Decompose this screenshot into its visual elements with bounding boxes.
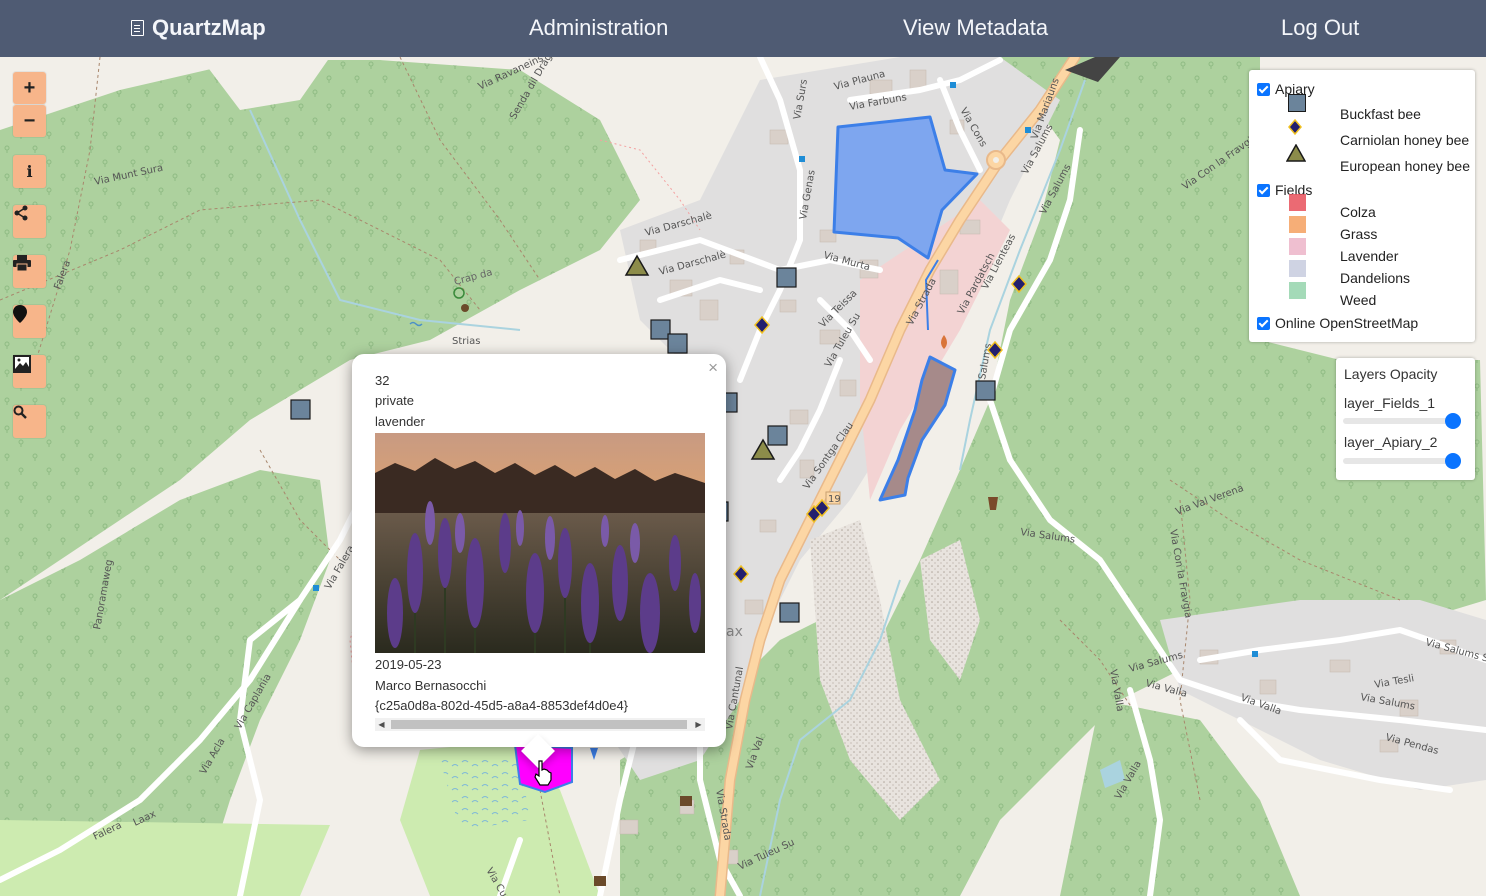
slider-knob[interactable]: [1445, 453, 1461, 469]
feature-popup: × 32 private lavender 2019-05-23 Marco B…: [352, 354, 726, 768]
buckfast-bee-marker[interactable]: [779, 602, 800, 623]
search-button[interactable]: [13, 405, 46, 438]
map-canvas[interactable]: Via Munt Sura Crap da Strias Via Ravanei…: [0, 57, 1486, 896]
legend-label-lavender: Lavender: [1340, 248, 1399, 264]
top-navbar: QuartzMap Administration View Metadata L…: [0, 0, 1486, 57]
buckfast-bee-marker[interactable]: [290, 399, 311, 420]
info-button[interactable]: i: [13, 155, 46, 188]
popup-crop: lavender: [375, 414, 425, 429]
carniolan-bee-marker[interactable]: [733, 564, 749, 584]
buckfast-bee-marker[interactable]: [776, 267, 797, 288]
popup-access: private: [375, 393, 415, 408]
locate-button[interactable]: [13, 305, 46, 338]
slider-knob[interactable]: [1445, 413, 1461, 429]
carniolan-diamond-icon: [1288, 118, 1302, 136]
legend-label-grass: Grass: [1340, 226, 1378, 242]
lavender-swatch: [1288, 237, 1306, 255]
opacity-label-apiary: layer_Apiary_2: [1344, 434, 1438, 450]
checkbox-apiary[interactable]: [1257, 82, 1270, 96]
opacity-label-fields: layer_Fields_1: [1344, 395, 1436, 411]
buckfast-bee-marker[interactable]: [667, 333, 688, 354]
legend-label-dandelions: Dandelions: [1340, 270, 1411, 286]
hand-cursor-icon: [534, 760, 552, 786]
layer-toggle-osm[interactable]: Online OpenStreetMap: [1257, 315, 1418, 331]
nav-log-out[interactable]: Log Out: [1281, 0, 1359, 57]
legend-label-weed: Weed: [1340, 292, 1377, 308]
lavender-photo: [375, 433, 705, 653]
nav-view-metadata[interactable]: View Metadata: [903, 0, 1048, 57]
scroll-right-arrow-icon[interactable]: ▶: [692, 718, 705, 731]
brand-label: QuartzMap: [152, 15, 266, 40]
legend-label-buckfast: Buckfast bee: [1340, 106, 1421, 122]
print-icon: [13, 255, 31, 271]
opacity-slider-fields[interactable]: [1343, 413, 1461, 429]
carniolan-bee-marker[interactable]: [1011, 274, 1027, 294]
popup-date: 2019-05-23: [375, 657, 442, 672]
scroll-left-arrow-icon[interactable]: ◀: [375, 718, 388, 731]
share-button[interactable]: [13, 205, 46, 238]
image-icon: [13, 355, 31, 373]
buckfast-bee-marker[interactable]: [975, 380, 996, 401]
brand-link[interactable]: QuartzMap: [131, 0, 266, 57]
buckfast-square-icon: [1288, 94, 1306, 112]
popup-author: Marco Bernasocchi: [375, 678, 487, 693]
european-triangle-icon: [1286, 144, 1306, 162]
grass-swatch: [1288, 215, 1306, 233]
zoom-in-button[interactable]: +: [13, 72, 46, 104]
search-icon: [13, 405, 27, 419]
weed-swatch: [1288, 281, 1306, 299]
scroll-thumb[interactable]: [391, 720, 687, 729]
image-button[interactable]: [13, 355, 46, 388]
legend-label-colza: Colza: [1340, 204, 1376, 220]
location-pin-icon: [13, 305, 27, 323]
checkbox-fields[interactable]: [1257, 183, 1270, 197]
carniolan-bee-marker[interactable]: [754, 315, 770, 335]
legend-label-european: European honey bee: [1340, 158, 1470, 174]
layer-legend: Apiary Buckfast bee Carniolan honey bee …: [1249, 70, 1475, 342]
layers-opacity-panel: Layers Opacity layer_Fields_1 layer_Apia…: [1336, 358, 1475, 480]
carniolan-bee-marker[interactable]: [987, 340, 1003, 360]
document-icon: [131, 20, 144, 36]
zoom-out-button[interactable]: −: [13, 105, 46, 137]
legend-label-carniolan: Carniolan honey bee: [1340, 132, 1470, 148]
opacity-slider-apiary[interactable]: [1343, 453, 1461, 469]
colza-swatch: [1288, 193, 1306, 211]
dandelions-swatch: [1288, 259, 1306, 277]
opacity-panel-title: Layers Opacity: [1344, 366, 1438, 382]
close-icon[interactable]: ×: [708, 358, 718, 378]
print-button[interactable]: [13, 255, 46, 288]
popup-uuid: {c25a0d8a-802d-45d5-a8a4-8853def4d0e4}: [375, 698, 629, 713]
popup-id: 32: [375, 373, 390, 388]
buckfast-bee-marker[interactable]: [767, 425, 788, 446]
nav-administration[interactable]: Administration: [529, 0, 668, 57]
info-icon: i: [26, 162, 33, 181]
checkbox-osm[interactable]: [1257, 316, 1270, 330]
layer-label-osm: Online OpenStreetMap: [1275, 315, 1419, 331]
popup-horizontal-scrollbar[interactable]: ◀ ▶: [375, 718, 705, 731]
buckfast-bee-marker[interactable]: [650, 319, 671, 340]
share-icon: [14, 205, 28, 221]
european-bee-marker[interactable]: [624, 254, 650, 276]
